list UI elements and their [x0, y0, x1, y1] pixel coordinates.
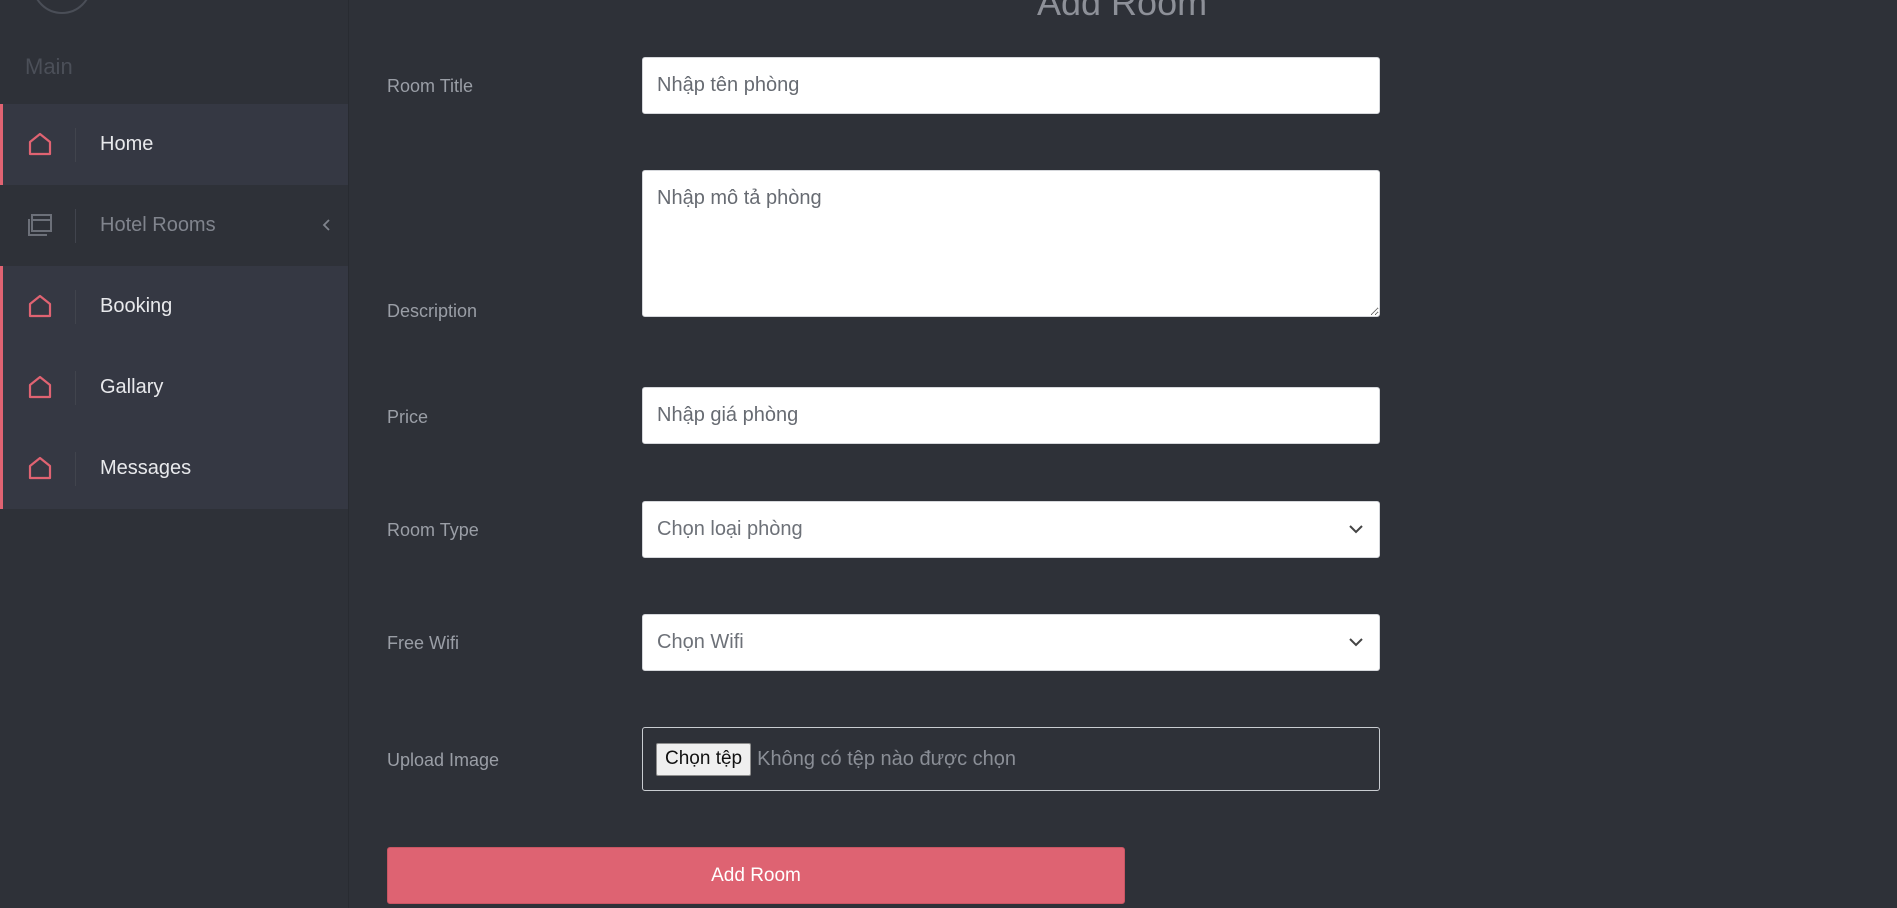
- nav-divider: [75, 452, 76, 486]
- nav-divider: [75, 128, 76, 162]
- description-textarea[interactable]: [642, 170, 1380, 317]
- home-icon: [26, 373, 54, 401]
- free-wifi-selected-value: Chọn Wifi: [657, 631, 744, 653]
- room-type-selected-value: Chọn loại phòng: [657, 518, 803, 540]
- room-title-label: Room Title: [387, 76, 474, 96]
- nav-divider: [75, 371, 76, 405]
- window-icon: [26, 211, 54, 239]
- free-wifi-select[interactable]: Chọn Wifi: [642, 614, 1380, 671]
- price-input[interactable]: [642, 387, 1380, 444]
- page-title: Add Room: [1037, 0, 1208, 23]
- file-status-text: Không có tệp nào được chọn: [757, 747, 1017, 770]
- sidebar-section-label: Main: [25, 54, 73, 79]
- sidebar-item-label: Gallary: [100, 376, 164, 398]
- home-icon: [26, 454, 54, 482]
- sidebar-item-messages[interactable]: Messages: [0, 428, 348, 509]
- nav-divider: [75, 290, 76, 324]
- sidebar-item-home[interactable]: Home: [0, 104, 348, 185]
- upload-image-field: Chọn tệp Không có tệp nào được chọn: [642, 727, 1380, 791]
- sidebar-item-hotel-rooms[interactable]: Hotel Rooms: [0, 185, 348, 266]
- chevron-left-icon: [317, 215, 337, 235]
- sidebar-item-label: Booking: [100, 295, 173, 317]
- choose-file-button[interactable]: Chọn tệp: [656, 742, 752, 776]
- sidebar: Main Home Hotel Rooms Booking Gallary Me…: [0, 0, 349, 908]
- avatar[interactable]: [32, 0, 92, 14]
- description-label: Description: [387, 301, 478, 321]
- room-type-label: Room Type: [387, 520, 479, 540]
- chevron-down-icon: [1349, 638, 1363, 647]
- sidebar-nav: Home Hotel Rooms Booking Gallary Message…: [0, 104, 348, 509]
- nav-divider: [75, 209, 76, 243]
- sidebar-item-label: Home: [100, 133, 154, 155]
- upload-image-label: Upload Image: [387, 750, 500, 770]
- room-type-select[interactable]: Chọn loại phòng: [642, 501, 1380, 558]
- price-label: Price: [387, 407, 429, 427]
- chevron-down-icon: [1349, 525, 1363, 534]
- main-content: Add Room Room Title Description Price Ro…: [349, 0, 1897, 908]
- home-icon: [26, 130, 54, 158]
- sidebar-item-label: Hotel Rooms: [100, 214, 216, 236]
- home-icon: [26, 292, 54, 320]
- add-room-button[interactable]: Add Room: [387, 847, 1125, 904]
- sidebar-item-label: Messages: [100, 457, 192, 479]
- sidebar-item-gallary[interactable]: Gallary: [0, 347, 348, 428]
- room-title-input[interactable]: [642, 57, 1380, 114]
- sidebar-item-booking[interactable]: Booking: [0, 266, 348, 347]
- free-wifi-label: Free Wifi: [387, 633, 459, 653]
